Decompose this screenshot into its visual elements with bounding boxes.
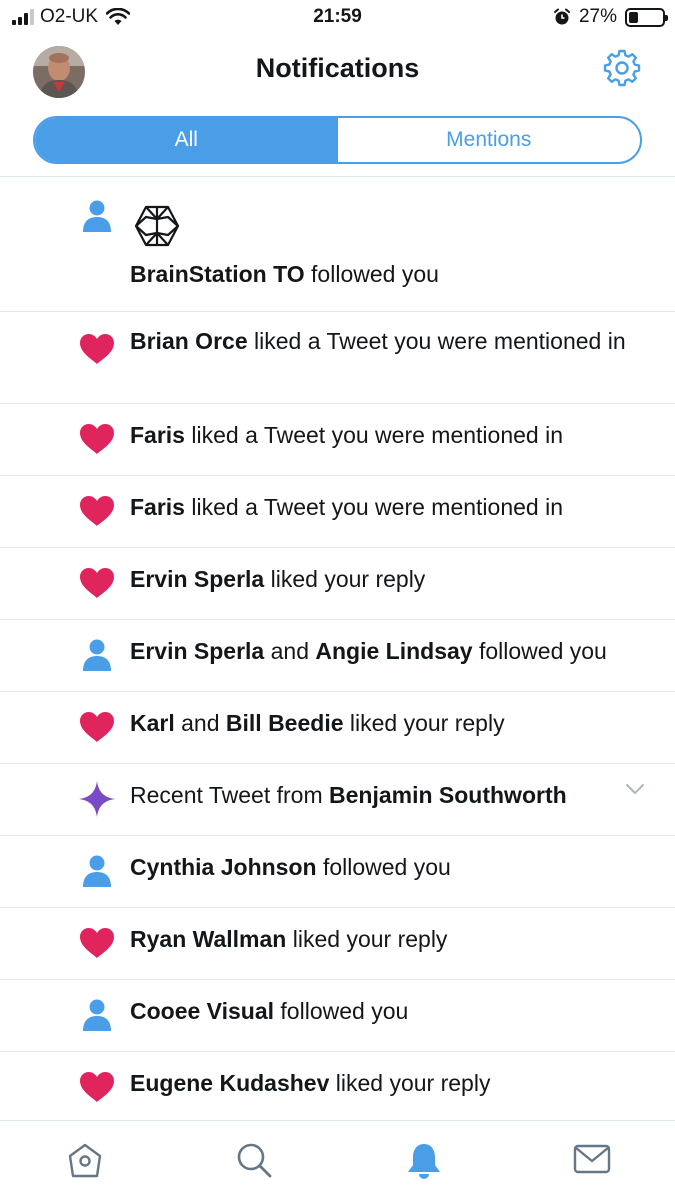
page-title: Notifications bbox=[255, 53, 420, 83]
heart-icon bbox=[78, 330, 116, 368]
user-name[interactable]: Faris bbox=[130, 422, 185, 448]
notification-text: Ervin Sperla and Angie Lindsay followed … bbox=[130, 636, 645, 667]
user-name[interactable]: Ervin Sperla bbox=[130, 638, 264, 664]
notification-action-text: liked a Tweet you were mentioned in bbox=[184, 494, 564, 520]
brainstation-logo-icon bbox=[134, 205, 180, 247]
user-name[interactable]: Faris bbox=[130, 494, 185, 520]
chevron-down-icon[interactable] bbox=[625, 782, 645, 796]
notification-text: Eugene Kudashev liked your reply bbox=[130, 1068, 645, 1099]
user-name[interactable]: Eugene Kudashev bbox=[130, 1070, 329, 1096]
person-icon bbox=[78, 996, 116, 1034]
bell-icon[interactable] bbox=[405, 1141, 443, 1181]
notification-row[interactable]: Brian Orce liked a Tweet you were mentio… bbox=[0, 312, 675, 404]
notification-action-text: followed you bbox=[472, 638, 607, 664]
notification-row[interactable]: Ervin Sperla liked your reply bbox=[0, 548, 675, 620]
notification-text: Karl and Bill Beedie liked your reply bbox=[130, 708, 645, 739]
notification-text: Brian Orce liked a Tweet you were mentio… bbox=[130, 326, 645, 357]
notification-row[interactable]: Ryan Wallman liked your reply bbox=[0, 908, 675, 980]
sparkle-icon bbox=[78, 780, 116, 818]
heart-icon bbox=[78, 708, 116, 746]
notification-text: Faris liked a Tweet you were mentioned i… bbox=[130, 420, 645, 451]
notification-action-text: and bbox=[174, 710, 226, 736]
user-name[interactable]: Bill Beedie bbox=[226, 710, 344, 736]
notification-text: Cooee Visual followed you bbox=[130, 996, 645, 1027]
heart-icon bbox=[78, 564, 116, 602]
status-bar: O2-UK 21:59 27% bbox=[0, 0, 675, 36]
notification-text: Recent Tweet from Benjamin Southworth bbox=[130, 780, 645, 811]
user-name[interactable]: BrainStation TO bbox=[130, 261, 305, 287]
notification-text: Faris liked a Tweet you were mentioned i… bbox=[130, 492, 645, 523]
battery-icon bbox=[625, 7, 668, 27]
user-name[interactable]: Cooee Visual bbox=[130, 998, 274, 1024]
notification-text: Ryan Wallman liked your reply bbox=[130, 924, 645, 955]
home-icon[interactable] bbox=[66, 1141, 104, 1179]
alarm-icon bbox=[553, 8, 570, 25]
notification-row[interactable]: Faris liked a Tweet you were mentioned i… bbox=[0, 404, 675, 476]
notification-action-text: liked your reply bbox=[264, 566, 426, 592]
notification-action-text: followed you bbox=[274, 998, 409, 1024]
notification-list: BrainStation TO followed you Brian Orce … bbox=[0, 177, 675, 1124]
notification-row[interactable]: Cynthia Johnson followed you bbox=[0, 836, 675, 908]
notification-row[interactable]: Karl and Bill Beedie liked your reply bbox=[0, 692, 675, 764]
user-name[interactable]: Ervin Sperla bbox=[130, 566, 264, 592]
notification-row[interactable]: BrainStation TO followed you bbox=[0, 177, 675, 312]
tab-bar bbox=[0, 1120, 675, 1200]
user-name[interactable]: Benjamin Southworth bbox=[329, 782, 567, 808]
notification-row[interactable]: Faris liked a Tweet you were mentioned i… bbox=[0, 476, 675, 548]
notification-action-text: liked your reply bbox=[343, 710, 505, 736]
person-icon bbox=[78, 852, 116, 890]
status-right: 27% bbox=[553, 6, 668, 28]
heart-icon bbox=[78, 924, 116, 962]
search-icon[interactable] bbox=[235, 1141, 273, 1179]
person-icon bbox=[78, 636, 116, 674]
notification-action-text: Recent Tweet from bbox=[130, 782, 329, 808]
notification-action-text: and bbox=[264, 638, 316, 664]
battery-percent: 27% bbox=[578, 6, 617, 27]
tab-mentions[interactable]: Mentions bbox=[338, 118, 641, 162]
notification-action-text: liked your reply bbox=[329, 1070, 491, 1096]
user-name[interactable]: Cynthia Johnson bbox=[130, 854, 317, 880]
notification-action-text: followed you bbox=[316, 854, 451, 880]
heart-icon bbox=[78, 492, 116, 530]
notification-action-text: followed you bbox=[304, 261, 439, 287]
user-name[interactable]: Karl bbox=[130, 710, 175, 736]
mail-icon[interactable] bbox=[573, 1143, 611, 1177]
person-icon bbox=[78, 197, 116, 235]
notification-action-text: liked a Tweet you were mentioned in bbox=[184, 422, 564, 448]
heart-icon bbox=[78, 420, 116, 458]
user-name[interactable]: Angie Lindsay bbox=[315, 638, 472, 664]
notifications-tabs: All Mentions bbox=[33, 116, 642, 164]
heart-icon bbox=[78, 1068, 116, 1106]
notification-row[interactable]: Cooee Visual followed you bbox=[0, 980, 675, 1052]
notification-text: BrainStation TO followed you bbox=[130, 259, 645, 290]
gear-icon[interactable] bbox=[603, 49, 641, 87]
header: Notifications bbox=[0, 36, 675, 104]
notification-action-text: liked your reply bbox=[286, 926, 448, 952]
notification-row[interactable]: Ervin Sperla and Angie Lindsay followed … bbox=[0, 620, 675, 692]
user-name[interactable]: Ryan Wallman bbox=[130, 926, 286, 952]
notification-action-text: liked a Tweet you were mentioned in bbox=[247, 328, 626, 354]
notification-row[interactable]: Eugene Kudashev liked your reply bbox=[0, 1052, 675, 1124]
user-name[interactable]: Brian Orce bbox=[130, 328, 248, 354]
notification-row[interactable]: Recent Tweet from Benjamin Southworth bbox=[0, 764, 675, 836]
battery-level bbox=[629, 11, 638, 23]
notification-text: Ervin Sperla liked your reply bbox=[130, 564, 645, 595]
notification-text: Cynthia Johnson followed you bbox=[130, 852, 645, 883]
tab-all[interactable]: All bbox=[35, 118, 338, 162]
